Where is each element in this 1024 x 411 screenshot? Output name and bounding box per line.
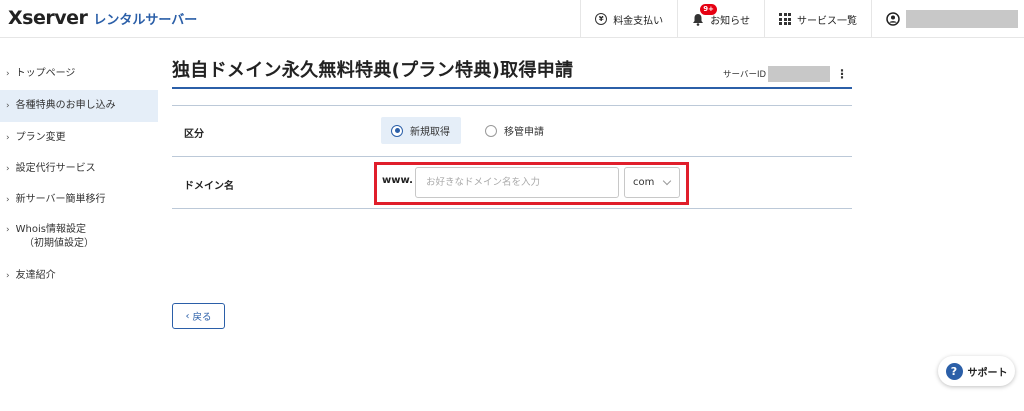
user-menu[interactable] — [871, 0, 1024, 38]
server-id-label: サーバーID — [723, 70, 766, 80]
notifications-label: お知らせ — [710, 15, 750, 27]
sidebar-item-sublabel: （初期値設定） — [24, 238, 94, 249]
logo-sub: レンタルサーバー — [93, 13, 198, 28]
user-circle-icon — [886, 12, 900, 26]
chevron-right-icon: › — [6, 271, 10, 281]
tld-value: com — [633, 177, 655, 188]
sidebar-item-label: 友達紹介 — [15, 270, 56, 281]
radio-indicator — [485, 124, 497, 137]
www-prefix: www. — [382, 175, 413, 186]
radio-new-registration[interactable]: 新規取得 — [381, 117, 461, 144]
sidebar-item-label: 各種特典のお申し込み — [15, 100, 116, 111]
sidebar-item-label: プラン変更 — [15, 132, 66, 143]
radio-label: 移管申請 — [504, 127, 544, 138]
logo-main: Xserver — [8, 7, 88, 29]
radio-transfer[interactable]: 移管申請 — [475, 117, 555, 144]
header-nav: ¥ 料金支払い 9+ お知らせ サービス一覧 — [580, 0, 1024, 38]
back-label: 戻る — [192, 312, 212, 323]
notification-badge: 9+ — [700, 4, 717, 15]
title-underline — [172, 87, 852, 89]
server-id: サーバーID ⋮ — [723, 66, 848, 82]
sidebar-item-referral[interactable]: › 友達紹介 — [0, 261, 158, 291]
server-id-redacted — [768, 66, 830, 82]
chevron-right-icon: › — [6, 133, 10, 143]
services-button[interactable]: サービス一覧 — [764, 0, 871, 38]
payment-button[interactable]: ¥ 料金支払い — [580, 0, 677, 38]
sidebar-item-plan-change[interactable]: › プラン変更 — [0, 122, 158, 153]
notifications-button[interactable]: 9+ お知らせ — [677, 0, 764, 38]
chevron-down-icon — [662, 176, 672, 186]
sidebar-item-label: 新サーバー簡単移行 — [15, 194, 106, 205]
user-name-redacted — [906, 10, 1018, 28]
services-label: サービス一覧 — [797, 15, 857, 27]
chevron-left-icon: ‹ — [185, 310, 190, 322]
chevron-right-icon: › — [6, 195, 10, 205]
sidebar-item-setup-service[interactable]: › 設定代行サービス — [0, 153, 158, 184]
sidebar-item-label: 設定代行サービス — [15, 163, 96, 174]
payment-label: 料金支払い — [613, 15, 664, 27]
yen-circle-icon: ¥ — [595, 13, 608, 25]
category-label: 区分 — [184, 129, 204, 140]
kebab-menu-icon[interactable]: ⋮ — [836, 68, 848, 80]
header: Xserver レンタルサーバー ¥ 料金支払い 9+ お知らせ サービス一覧 — [0, 0, 1024, 38]
sidebar-item-whois[interactable]: › Whois情報設定 （初期値設定） — [0, 215, 158, 261]
grid-icon — [779, 13, 791, 25]
chevron-right-icon: › — [6, 225, 10, 235]
support-label: サポート — [967, 367, 1008, 379]
tld-select[interactable]: com — [624, 167, 680, 198]
chevron-right-icon: › — [6, 164, 10, 174]
logo[interactable]: Xserver レンタルサーバー — [8, 7, 197, 31]
sidebar-item-benefits[interactable]: › 各種特典のお申し込み — [0, 90, 158, 122]
domain-input[interactable] — [415, 167, 619, 198]
sidebar-item-label: Whois情報設定 — [15, 224, 86, 235]
sidebar-item-migration[interactable]: › 新サーバー簡単移行 — [0, 184, 158, 215]
domain-label: ドメイン名 — [184, 181, 234, 192]
sidebar-item-label: トップページ — [15, 68, 76, 79]
sidebar-item-top[interactable]: › トップページ — [0, 58, 158, 90]
chevron-right-icon: › — [6, 69, 10, 79]
chevron-right-icon: › — [6, 101, 10, 111]
back-button[interactable]: ‹ 戻る — [172, 303, 225, 329]
help-icon: ? — [945, 362, 963, 380]
support-button[interactable]: ? サポート — [938, 356, 1015, 386]
form-row-category: 区分 新規取得 移管申請 — [172, 106, 852, 157]
radio-label: 新規取得 — [410, 127, 450, 138]
page-title: 独自ドメイン永久無料特典(プラン特典)取得申請 — [172, 60, 574, 81]
sidebar: › トップページ › 各種特典のお申し込み › プラン変更 › 設定代行サービス › 新サ… — [0, 58, 158, 291]
radio-indicator — [391, 124, 403, 137]
title-row: 独自ドメイン永久無料特典(プラン特典)取得申請 サーバーID ⋮ — [172, 56, 852, 88]
